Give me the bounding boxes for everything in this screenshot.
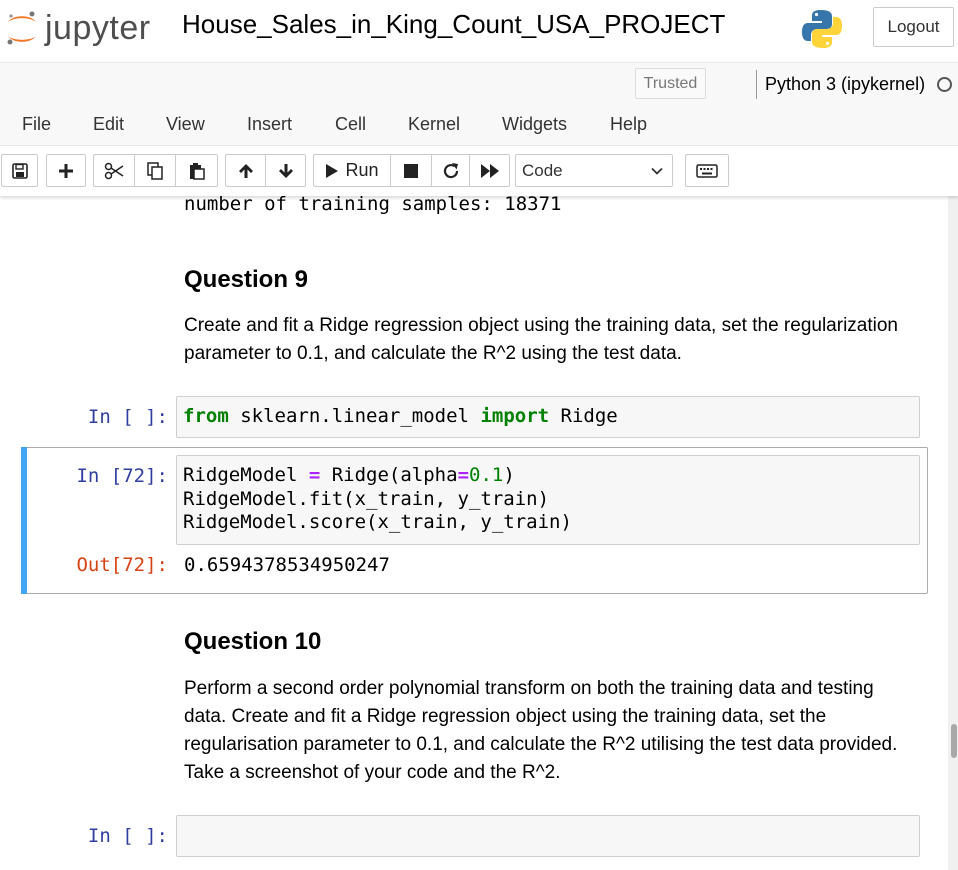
jupyter-logo-text: jupyter [45,9,151,47]
restart-button[interactable] [431,154,470,187]
code-line: from sklearn.linear_model import Ridge [177,397,919,429]
code-line: RidgeModel.fit(x_train, y_train) [183,487,550,510]
previous-output: number of training samples: 18371 [184,196,562,215]
question-9-text: Create and fit a Ridge regression object… [184,315,898,364]
cell-type-select[interactable]: Code [515,154,673,187]
code-cell-input[interactable]: from sklearn.linear_model import Ridge [176,396,920,438]
code-text: ) [503,464,515,486]
stop-icon [404,163,418,178]
menu-file[interactable]: File [22,112,51,136]
code-text: Ridge [549,405,618,427]
interrupt-button[interactable] [390,154,432,187]
save-button[interactable] [1,154,38,187]
menu-kernel[interactable]: Kernel [408,112,460,136]
kernel-name[interactable]: Python 3 (ipykernel) [765,72,925,96]
scissors-icon [104,162,124,179]
header: jupyter House_Sales_in_King_Count_USA_PR… [0,0,958,62]
cell-prompt: In [ ]: [87,406,168,428]
insert-cell-button[interactable] [46,154,86,187]
notebook-container[interactable]: number of training samples: 18371 Questi… [0,196,958,870]
keyword: from [183,405,229,427]
code-text: Ridge(alpha [320,464,458,486]
question-9-heading: Question 9 [184,266,309,293]
paste-icon [189,162,205,180]
keyboard-icon [696,163,718,178]
run-all-button[interactable] [469,154,510,187]
menu-help[interactable]: Help [610,112,647,136]
python-logo-icon [801,8,843,55]
jupyter-logo[interactable]: jupyter [5,8,151,48]
run-button[interactable]: Run [313,154,391,187]
code-text: sklearn.linear_model [228,405,481,427]
code-line: RidgeModel.score(x_train, y_train) [183,511,572,533]
code-cell-input[interactable]: RidgeModel = Ridge(alpha=0.1) RidgeModel… [176,455,920,545]
move-down-button[interactable] [265,154,306,187]
chevron-down-icon [651,167,663,175]
cell-prompt: In [72]: [76,465,168,487]
trusted-indicator[interactable]: Trusted [635,68,706,99]
fast-forward-icon [480,163,499,178]
scrollbar[interactable] [948,196,958,870]
code-text: RidgeModel [183,464,309,486]
code-line: RidgeModel = Ridge(alpha=0.1) [177,456,919,488]
menu-edit[interactable]: Edit [93,112,124,136]
operator: = [457,464,470,486]
operator: = [308,464,321,486]
menu-cell[interactable]: Cell [335,112,366,136]
arrow-up-icon [238,163,253,178]
save-icon [11,162,28,179]
toolbar: Run Code [0,146,958,196]
run-label: Run [345,160,379,180]
plus-icon [59,163,73,178]
keyword: import [480,405,550,427]
copy-button[interactable] [134,154,176,187]
selected-cell-indicator [21,447,27,594]
play-icon [326,163,339,178]
code-cell-input[interactable] [176,815,920,857]
paste-button[interactable] [175,154,218,187]
cut-button[interactable] [93,154,135,187]
output-prompt: Out[72]: [76,554,168,576]
scrollbar-thumb[interactable] [951,724,957,758]
number-literal: 0.1 [469,464,504,486]
menu-widgets[interactable]: Widgets [502,112,567,136]
jupyter-logo-icon [7,11,36,45]
logout-button[interactable]: Logout [873,7,954,47]
question-10-heading: Question 10 [184,628,322,655]
cell-output: 0.6594378534950247 [184,554,390,576]
restart-icon [443,162,458,178]
command-palette-button[interactable] [685,154,729,187]
notebook-title[interactable]: House_Sales_in_King_Count_USA_PROJECT [182,8,725,40]
arrow-down-icon [278,163,293,178]
cell-type-value: Code [522,160,563,180]
question-10-text: Perform a second order polynomial transf… [184,678,898,783]
kernel-separator [756,70,757,99]
menu-view[interactable]: View [166,112,205,136]
kernel-idle-icon [937,77,952,92]
copy-icon [147,161,163,180]
cell-prompt: In [ ]: [87,825,168,847]
menu-insert[interactable]: Insert [247,112,292,136]
move-up-button[interactable] [225,154,266,187]
